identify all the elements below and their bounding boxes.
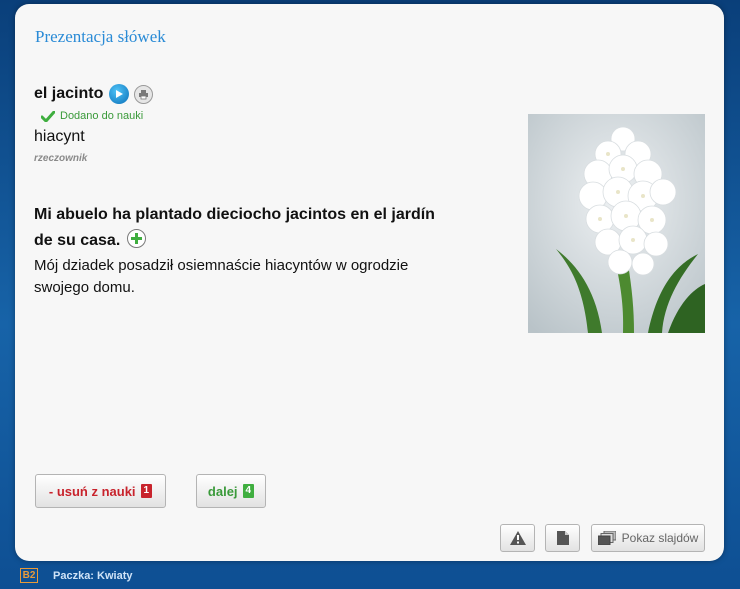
example-sentence-text: Mi abuelo ha plantado dieciocho jacintos… xyxy=(34,206,435,249)
slideshow-button[interactable]: Pokaz slajdów xyxy=(591,524,705,552)
remove-label: - usuń z nauki xyxy=(48,483,136,499)
level-badge: B2 xyxy=(20,568,38,583)
check-icon xyxy=(41,110,55,122)
added-label: Dodano do nauki xyxy=(60,110,144,122)
next-button[interactable]: dalej 4 xyxy=(196,474,266,508)
word-text: el jacinto xyxy=(34,85,104,102)
word-presentation-card: Prezentacja słówek el jacinto Dodano do … xyxy=(15,4,724,561)
footer-bar: B2 Paczka: Kwiaty xyxy=(0,566,740,589)
warning-icon xyxy=(509,531,526,545)
report-error-button[interactable] xyxy=(500,524,535,552)
document-icon xyxy=(556,531,569,545)
example-translation: Mój dziadek posadził osiemnaście hiacynt… xyxy=(34,257,409,296)
example-sentence: Mi abuelo ha plantado dieciocho jacintos… xyxy=(34,202,454,254)
print-icon xyxy=(139,89,149,99)
next-label: dalej xyxy=(207,483,238,499)
add-sentence-button[interactable] xyxy=(126,229,146,249)
hyacinth-image xyxy=(528,114,705,333)
document-button[interactable] xyxy=(545,524,580,552)
print-button[interactable] xyxy=(134,84,154,104)
remove-shortcut-badge: 1 xyxy=(140,484,153,498)
next-shortcut-badge: 4 xyxy=(242,484,255,498)
remove-from-study-button[interactable]: - usuń z nauki 1 xyxy=(35,474,166,508)
pack-name[interactable]: Paczka: Kwiaty xyxy=(53,570,132,582)
added-status: Dodano do nauki xyxy=(41,110,143,122)
word-translation: hiacynt xyxy=(34,128,85,145)
play-audio-button[interactable] xyxy=(109,84,130,104)
part-of-speech: rzeczownik xyxy=(34,153,88,164)
page-title: Prezentacja słówek xyxy=(35,27,166,46)
slideshow-label: Pokaz slajdów xyxy=(621,531,699,545)
play-icon xyxy=(116,90,124,98)
word-image xyxy=(528,114,705,333)
word-row: el jacinto xyxy=(34,84,154,104)
slides-icon xyxy=(597,531,616,545)
plus-icon xyxy=(130,233,142,245)
